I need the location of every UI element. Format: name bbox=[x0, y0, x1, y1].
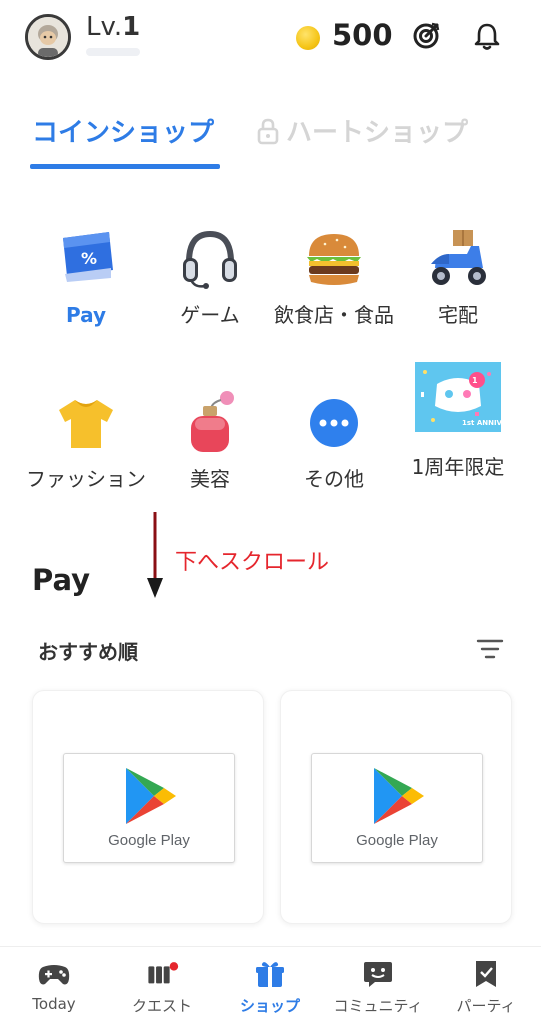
tab-heart-shop[interactable]: ハートショップ bbox=[256, 112, 468, 149]
nav-community[interactable]: コミュニティ bbox=[324, 959, 432, 1016]
more-icon bbox=[310, 399, 358, 447]
nav-label: ショップ bbox=[239, 997, 300, 1015]
bottom-navigation: Today クエスト ショップ コミュニティ パーティ bbox=[0, 946, 541, 1025]
category-anniversary[interactable]: 1 1st ANNIV. 1周年限定 bbox=[396, 362, 520, 483]
nav-label: クエスト bbox=[131, 997, 192, 1015]
pay-card-icon: % bbox=[63, 232, 113, 282]
category-label: 飲食店・食品 bbox=[274, 303, 394, 327]
level-prefix: Lv. bbox=[86, 12, 123, 42]
nav-label: パーティ bbox=[456, 997, 516, 1015]
gift-icon bbox=[256, 962, 284, 987]
category-pay[interactable]: % Pay bbox=[24, 224, 148, 331]
headset-icon bbox=[183, 230, 237, 289]
tshirt-icon bbox=[59, 400, 113, 448]
top-header: Lv.1 500 bbox=[0, 0, 541, 80]
target-icon[interactable] bbox=[410, 20, 442, 52]
sort-label[interactable]: おすすめ順 bbox=[38, 636, 138, 665]
google-play-logo-icon bbox=[374, 768, 424, 824]
coin-icon bbox=[296, 26, 320, 50]
nav-quest[interactable]: クエスト bbox=[108, 959, 216, 1016]
product-image: Google Play bbox=[63, 753, 235, 863]
category-beauty[interactable]: 美容 bbox=[148, 388, 272, 495]
product-card[interactable]: Google Play bbox=[280, 690, 512, 924]
active-tab-indicator bbox=[30, 164, 220, 169]
anniversary-badge-text: 1st ANNIV. bbox=[462, 419, 501, 427]
level-value: 1 bbox=[122, 12, 141, 42]
scroll-down-arrow-icon bbox=[147, 512, 163, 598]
flag-icon bbox=[476, 961, 496, 987]
category-game[interactable]: ゲーム bbox=[148, 224, 272, 331]
svg-text:%: % bbox=[81, 249, 97, 268]
bell-icon[interactable] bbox=[471, 20, 503, 52]
tab-heart-shop-label: ハートショップ bbox=[286, 118, 469, 148]
section-title: Pay bbox=[32, 563, 91, 597]
burger-icon bbox=[307, 234, 361, 285]
nav-label: コミュニティ bbox=[333, 997, 423, 1015]
product-brand: Google Play bbox=[108, 832, 190, 849]
product-image: Google Play bbox=[311, 753, 483, 863]
quest-icon bbox=[148, 962, 179, 984]
category-label: 美容 bbox=[190, 467, 230, 491]
filter-icon[interactable] bbox=[476, 636, 504, 662]
scroll-annotation: 下へスクロール bbox=[175, 550, 330, 575]
level-progress-bar bbox=[86, 48, 140, 56]
tab-coin-shop[interactable]: コインショップ bbox=[32, 112, 214, 149]
category-food[interactable]: 飲食店・食品 bbox=[272, 224, 396, 331]
category-label: Pay bbox=[65, 303, 107, 327]
category-label: その他 bbox=[304, 467, 364, 491]
gamepad-icon bbox=[38, 965, 70, 985]
category-label: ゲーム bbox=[180, 303, 240, 327]
nav-shop[interactable]: ショップ bbox=[216, 959, 324, 1016]
notification-dot bbox=[169, 962, 179, 971]
delivery-scooter-icon bbox=[431, 230, 486, 285]
perfume-icon bbox=[191, 391, 234, 452]
coin-count: 500 bbox=[332, 18, 393, 52]
category-other[interactable]: その他 bbox=[272, 388, 396, 495]
svg-text:1: 1 bbox=[472, 376, 478, 385]
level-indicator: Lv.1 bbox=[86, 12, 140, 42]
nav-today[interactable]: Today bbox=[0, 959, 108, 1013]
google-play-logo-icon bbox=[126, 768, 176, 824]
category-label: 1周年限定 bbox=[411, 455, 505, 479]
nav-party[interactable]: パーティ bbox=[432, 959, 540, 1016]
chat-icon bbox=[364, 962, 392, 987]
avatar[interactable] bbox=[25, 14, 71, 60]
nav-label: Today bbox=[32, 995, 76, 1013]
category-fashion[interactable]: ファッション bbox=[24, 388, 148, 495]
anniversary-icon: 1 1st ANNIV. bbox=[415, 362, 501, 432]
product-card[interactable]: Google Play bbox=[32, 690, 264, 924]
category-label: ファッション bbox=[26, 467, 146, 491]
product-brand: Google Play bbox=[356, 832, 438, 849]
category-label: 宅配 bbox=[438, 303, 478, 327]
lock-icon bbox=[257, 118, 279, 144]
category-delivery[interactable]: 宅配 bbox=[396, 224, 520, 331]
